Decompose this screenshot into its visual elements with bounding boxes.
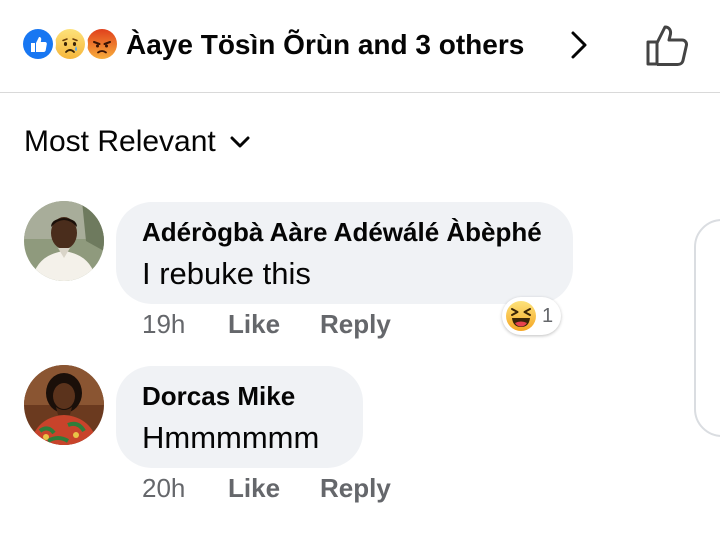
reactions-header: Àaye Tösìn Õrùn and 3 others	[0, 0, 720, 93]
sort-label: Most Relevant	[24, 125, 216, 158]
comment-text: I rebuke this	[142, 256, 311, 291]
comment-actions: 19h Like Reply	[142, 307, 391, 341]
comment-author-link[interactable]: Adérògbà Aàre Adéwálé Àbèphé	[142, 216, 547, 248]
like-link[interactable]: Like	[228, 307, 320, 341]
sort-dropdown[interactable]: Most Relevant	[24, 122, 250, 162]
reaction-icons[interactable]	[20, 26, 120, 62]
avatar[interactable]	[24, 201, 104, 281]
comment-reaction-count[interactable]: 1	[502, 297, 562, 335]
like-button-thumb-icon[interactable]	[644, 22, 692, 68]
avatar[interactable]	[24, 365, 104, 445]
sad-reaction-icon	[52, 26, 88, 62]
comment-author-link[interactable]: Dorcas Mike	[142, 380, 337, 412]
reply-link[interactable]: Reply	[320, 307, 391, 341]
chevron-down-icon	[230, 136, 250, 148]
reaction-count: 1	[542, 304, 554, 327]
reactors-summary-link[interactable]: Àaye Tösìn Õrùn and 3 others	[126, 26, 524, 64]
chevron-right-icon[interactable]	[566, 29, 592, 61]
like-reaction-icon	[20, 26, 56, 62]
side-card-edge	[694, 219, 720, 437]
like-link[interactable]: Like	[228, 471, 320, 505]
comment-actions: 20h Like Reply	[142, 471, 391, 505]
angry-reaction-icon	[84, 26, 120, 62]
laughing-icon	[506, 301, 536, 331]
comment-text: Hmmmmmm	[142, 420, 320, 455]
comment-bubble: Adérògbà Aàre Adéwálé Àbèphé I rebuke th…	[116, 202, 573, 304]
comment-timestamp[interactable]: 19h	[142, 307, 228, 341]
comment-bubble: Dorcas Mike Hmmmmmm	[116, 366, 363, 468]
reply-link[interactable]: Reply	[320, 471, 391, 505]
comment-timestamp[interactable]: 20h	[142, 471, 228, 505]
